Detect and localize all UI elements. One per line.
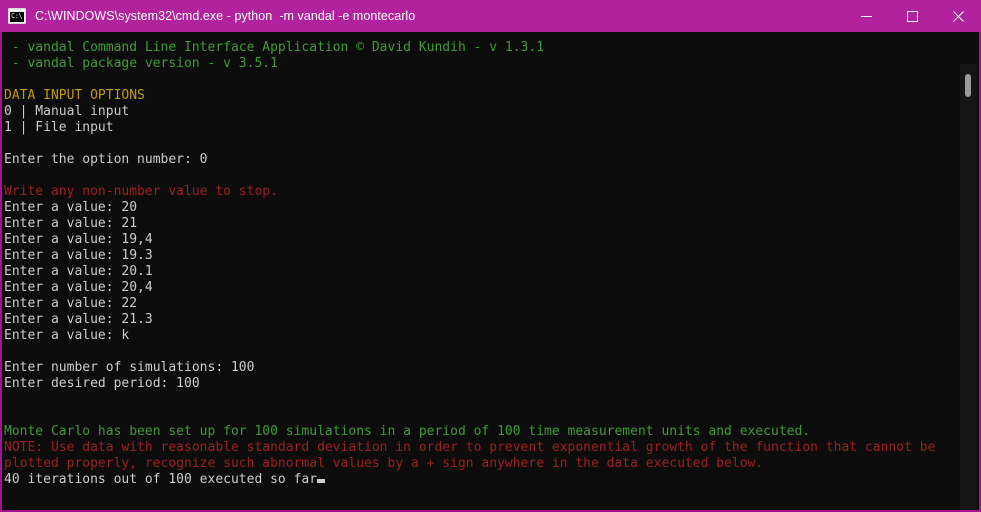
console-line: Enter a value: 19.3: [4, 248, 964, 264]
console-line-text: 40 iterations out of 100 executed so far: [4, 472, 318, 487]
text-cursor: [317, 479, 326, 483]
console-line: Enter a value: 22: [4, 296, 964, 312]
console-line-text: Enter a value: 20,4: [4, 280, 153, 295]
console-line: - vandal package version - v 3.5.1: [4, 56, 964, 72]
console-line: Enter a value: 20,4: [4, 280, 964, 296]
console-line-text: Enter a value: 21: [4, 216, 138, 231]
console-text: - vandal Command Line Interface Applicat…: [2, 40, 964, 488]
console-line: 40 iterations out of 100 executed so far: [4, 472, 964, 488]
console-line-text: Enter a value: 20: [4, 200, 138, 215]
console-line: 0 | Manual input: [4, 104, 964, 120]
console-line-text: Enter a value: k: [4, 328, 130, 343]
console-line-text: NOTE: Use data with reasonable standard …: [4, 440, 936, 455]
console-line: Enter number of simulations: 100: [4, 360, 964, 376]
console-line: DATA INPUT OPTIONS: [4, 88, 964, 104]
console-line: Enter a value: 19,4: [4, 232, 964, 248]
console-line-text: Enter desired period: 100: [4, 376, 200, 391]
console-line-text: Enter the option number: 0: [4, 152, 208, 167]
close-button[interactable]: [935, 0, 981, 32]
console-line: Enter a value: 20: [4, 200, 964, 216]
console-line-text: Enter a value: 20.1: [4, 264, 153, 279]
console-line-text: - vandal package version - v 3.5.1: [4, 56, 278, 71]
console-line: Enter a value: 21: [4, 216, 964, 232]
console-line: Monte Carlo has been set up for 100 simu…: [4, 424, 964, 440]
vertical-scrollbar[interactable]: [960, 64, 977, 510]
console-line-text: Enter a value: 21.3: [4, 312, 153, 327]
console-line-text: - vandal Command Line Interface Applicat…: [4, 40, 545, 55]
console-line: Enter desired period: 100: [4, 376, 964, 392]
window-controls: [843, 0, 981, 32]
console-line: NOTE: Use data with reasonable standard …: [4, 440, 964, 456]
console-line-text: 1 | File input: [4, 120, 114, 135]
terminal-output-area[interactable]: - vandal Command Line Interface Applicat…: [0, 32, 981, 512]
window-title: C:\WINDOWS\system32\cmd.exe - python -m …: [35, 9, 416, 23]
console-line-text: Enter a value: 19,4: [4, 232, 153, 247]
console-line-text: Enter number of simulations: 100: [4, 360, 255, 375]
console-line: 1 | File input: [4, 120, 964, 136]
console-line-text: Enter a value: 19.3: [4, 248, 153, 263]
console-line-text: Enter a value: 22: [4, 296, 138, 311]
minimize-button[interactable]: [843, 0, 889, 32]
console-line-text: 0 | Manual input: [4, 104, 130, 119]
console-line-text: DATA INPUT OPTIONS: [4, 88, 145, 103]
console-line: plotted properly, recognize such abnorma…: [4, 456, 964, 472]
console-line: - vandal Command Line Interface Applicat…: [4, 40, 964, 56]
console-line: Enter a value: 20.1: [4, 264, 964, 280]
scrollbar-thumb[interactable]: [965, 73, 971, 98]
console-line-text: Write any non-number value to stop.: [4, 184, 278, 199]
console-line-text: Monte Carlo has been set up for 100 simu…: [4, 424, 811, 439]
console-line-text: plotted properly, recognize such abnorma…: [4, 456, 764, 471]
console-line: Enter a value: k: [4, 328, 964, 344]
console-line: Enter a value: 21.3: [4, 312, 964, 328]
cmd-console-icon: [8, 8, 26, 24]
title-bar[interactable]: C:\WINDOWS\system32\cmd.exe - python -m …: [0, 0, 981, 32]
console-line: Write any non-number value to stop.: [4, 184, 964, 200]
maximize-button[interactable]: [889, 0, 935, 32]
cmd-window: C:\WINDOWS\system32\cmd.exe - python -m …: [0, 0, 981, 512]
console-line: Enter the option number: 0: [4, 152, 964, 168]
